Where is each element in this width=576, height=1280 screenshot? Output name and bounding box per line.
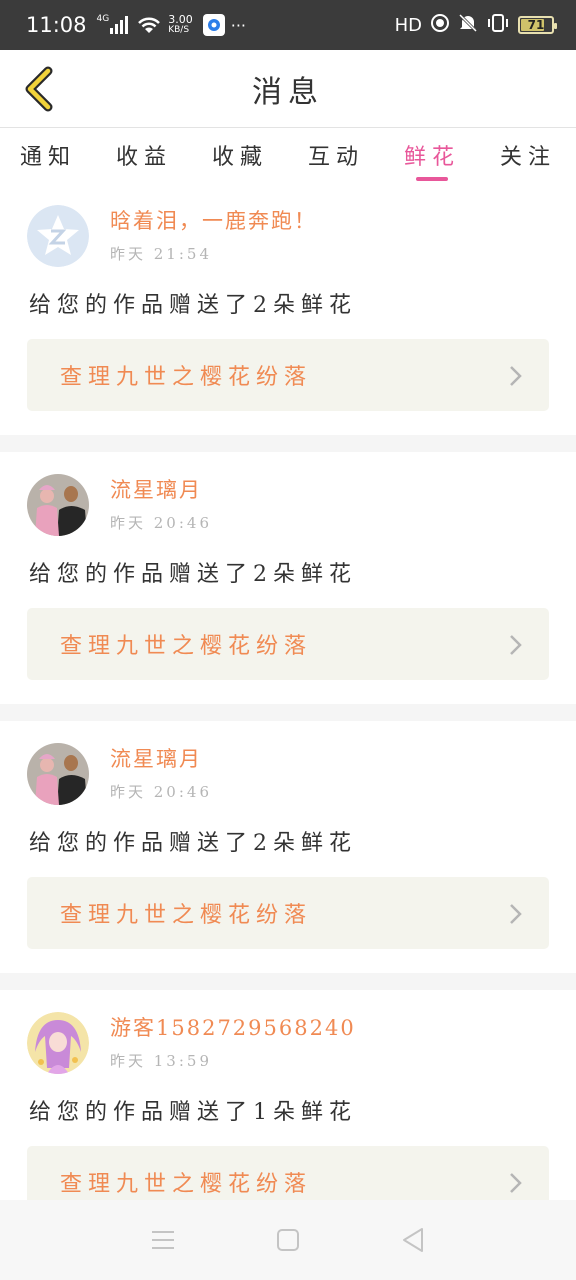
work-title: 查理九世之樱花纷落 (60, 634, 313, 659)
avatar[interactable] (27, 474, 89, 536)
tab-favorites[interactable]: 收藏 (192, 129, 288, 183)
network-speed: 3.00 KB/S (168, 13, 193, 35)
battery-icon: 71 (518, 16, 557, 34)
menu-button[interactable] (143, 1220, 183, 1260)
back-triangle-icon (403, 1228, 424, 1252)
tab-bar: 通知 收益 收藏 互动 鲜花 关注 (0, 129, 576, 183)
home-button[interactable] (268, 1220, 308, 1260)
status-bar: 11:08 4G 3.00 KB/S ··· HD 71 (0, 0, 576, 50)
work-link-button[interactable]: 查理九世之樱花纷落 (27, 339, 549, 411)
username[interactable]: 游客1582729568240 (110, 1012, 356, 1042)
location-icon (430, 13, 450, 37)
chevron-right-icon (510, 635, 522, 655)
back-button[interactable] (14, 62, 64, 116)
message-text: 给您的作品赠送了2朵鲜花 (29, 293, 357, 318)
active-tab-indicator (416, 177, 448, 181)
list-item: 晗着泪，一鹿奔跑！ 昨天 21:54 给您的作品赠送了2朵鲜花 查理九世之樱花纷… (0, 183, 576, 435)
divider (0, 704, 576, 721)
battery-level: 71 (527, 18, 545, 32)
tab-flowers[interactable]: 鲜花 (384, 129, 480, 183)
chevron-right-icon (510, 1173, 522, 1193)
work-title: 查理九世之樱花纷落 (60, 365, 313, 390)
work-link-button[interactable]: 查理九世之樱花纷落 (27, 877, 549, 949)
list-item: 游客1582729568240 昨天 13:59 给您的作品赠送了1朵鲜花 查理… (0, 990, 576, 1200)
work-title: 查理九世之樱花纷落 (60, 1172, 313, 1197)
cellular-signal-icon: 4G (96, 14, 131, 34)
timestamp: 昨天 20:46 (110, 783, 212, 801)
tab-interactions[interactable]: 互动 (288, 129, 384, 183)
work-link-button[interactable]: 查理九世之樱花纷落 (27, 1146, 549, 1200)
page-title: 消息 (252, 74, 324, 110)
menu-icon (151, 1231, 174, 1249)
status-time: 11:08 (26, 13, 87, 37)
hd-indicator: HD (394, 14, 422, 36)
back-arrow-icon (25, 66, 53, 112)
timestamp: 昨天 20:46 (110, 514, 212, 532)
message-list[interactable]: 晗着泪，一鹿奔跑！ 昨天 21:54 给您的作品赠送了2朵鲜花 查理九世之樱花纷… (0, 183, 576, 1200)
mute-icon (458, 13, 478, 37)
wifi-icon (136, 15, 162, 35)
timestamp: 昨天 21:54 (110, 245, 212, 263)
message-text: 给您的作品赠送了2朵鲜花 (29, 562, 357, 587)
work-link-button[interactable]: 查理九世之樱花纷落 (27, 608, 549, 680)
app-bar: 消息 (0, 50, 576, 128)
tab-following[interactable]: 关注 (480, 129, 576, 183)
network-type: 4G (96, 14, 110, 24)
qq-avatar-icon[interactable] (27, 205, 89, 267)
tab-notifications[interactable]: 通知 (0, 129, 96, 183)
system-nav-bar (0, 1200, 576, 1280)
vibrate-icon (486, 13, 510, 37)
tab-earnings[interactable]: 收益 (96, 129, 192, 183)
message-text: 给您的作品赠送了2朵鲜花 (29, 831, 357, 856)
avatar[interactable] (27, 743, 89, 805)
username[interactable]: 流星璃月 (110, 474, 212, 504)
more-notifications-icon: ··· (230, 15, 246, 35)
list-item: 流星璃月 昨天 20:46 给您的作品赠送了2朵鲜花 查理九世之樱花纷落 (0, 721, 576, 973)
avatar[interactable] (27, 1012, 89, 1074)
app-notification-icon (202, 14, 225, 36)
chevron-right-icon (510, 366, 522, 386)
timestamp: 昨天 13:59 (110, 1052, 212, 1070)
username[interactable]: 流星璃月 (110, 743, 212, 773)
home-square-icon (276, 1229, 299, 1251)
work-title: 查理九世之樱花纷落 (60, 903, 313, 928)
username[interactable]: 晗着泪，一鹿奔跑！ (110, 205, 317, 235)
chevron-right-icon (510, 904, 522, 924)
message-text: 给您的作品赠送了1朵鲜花 (29, 1100, 357, 1125)
divider (0, 973, 576, 990)
divider (0, 435, 576, 452)
back-nav-button[interactable] (393, 1220, 433, 1260)
list-item: 流星璃月 昨天 20:46 给您的作品赠送了2朵鲜花 查理九世之樱花纷落 (0, 452, 576, 704)
